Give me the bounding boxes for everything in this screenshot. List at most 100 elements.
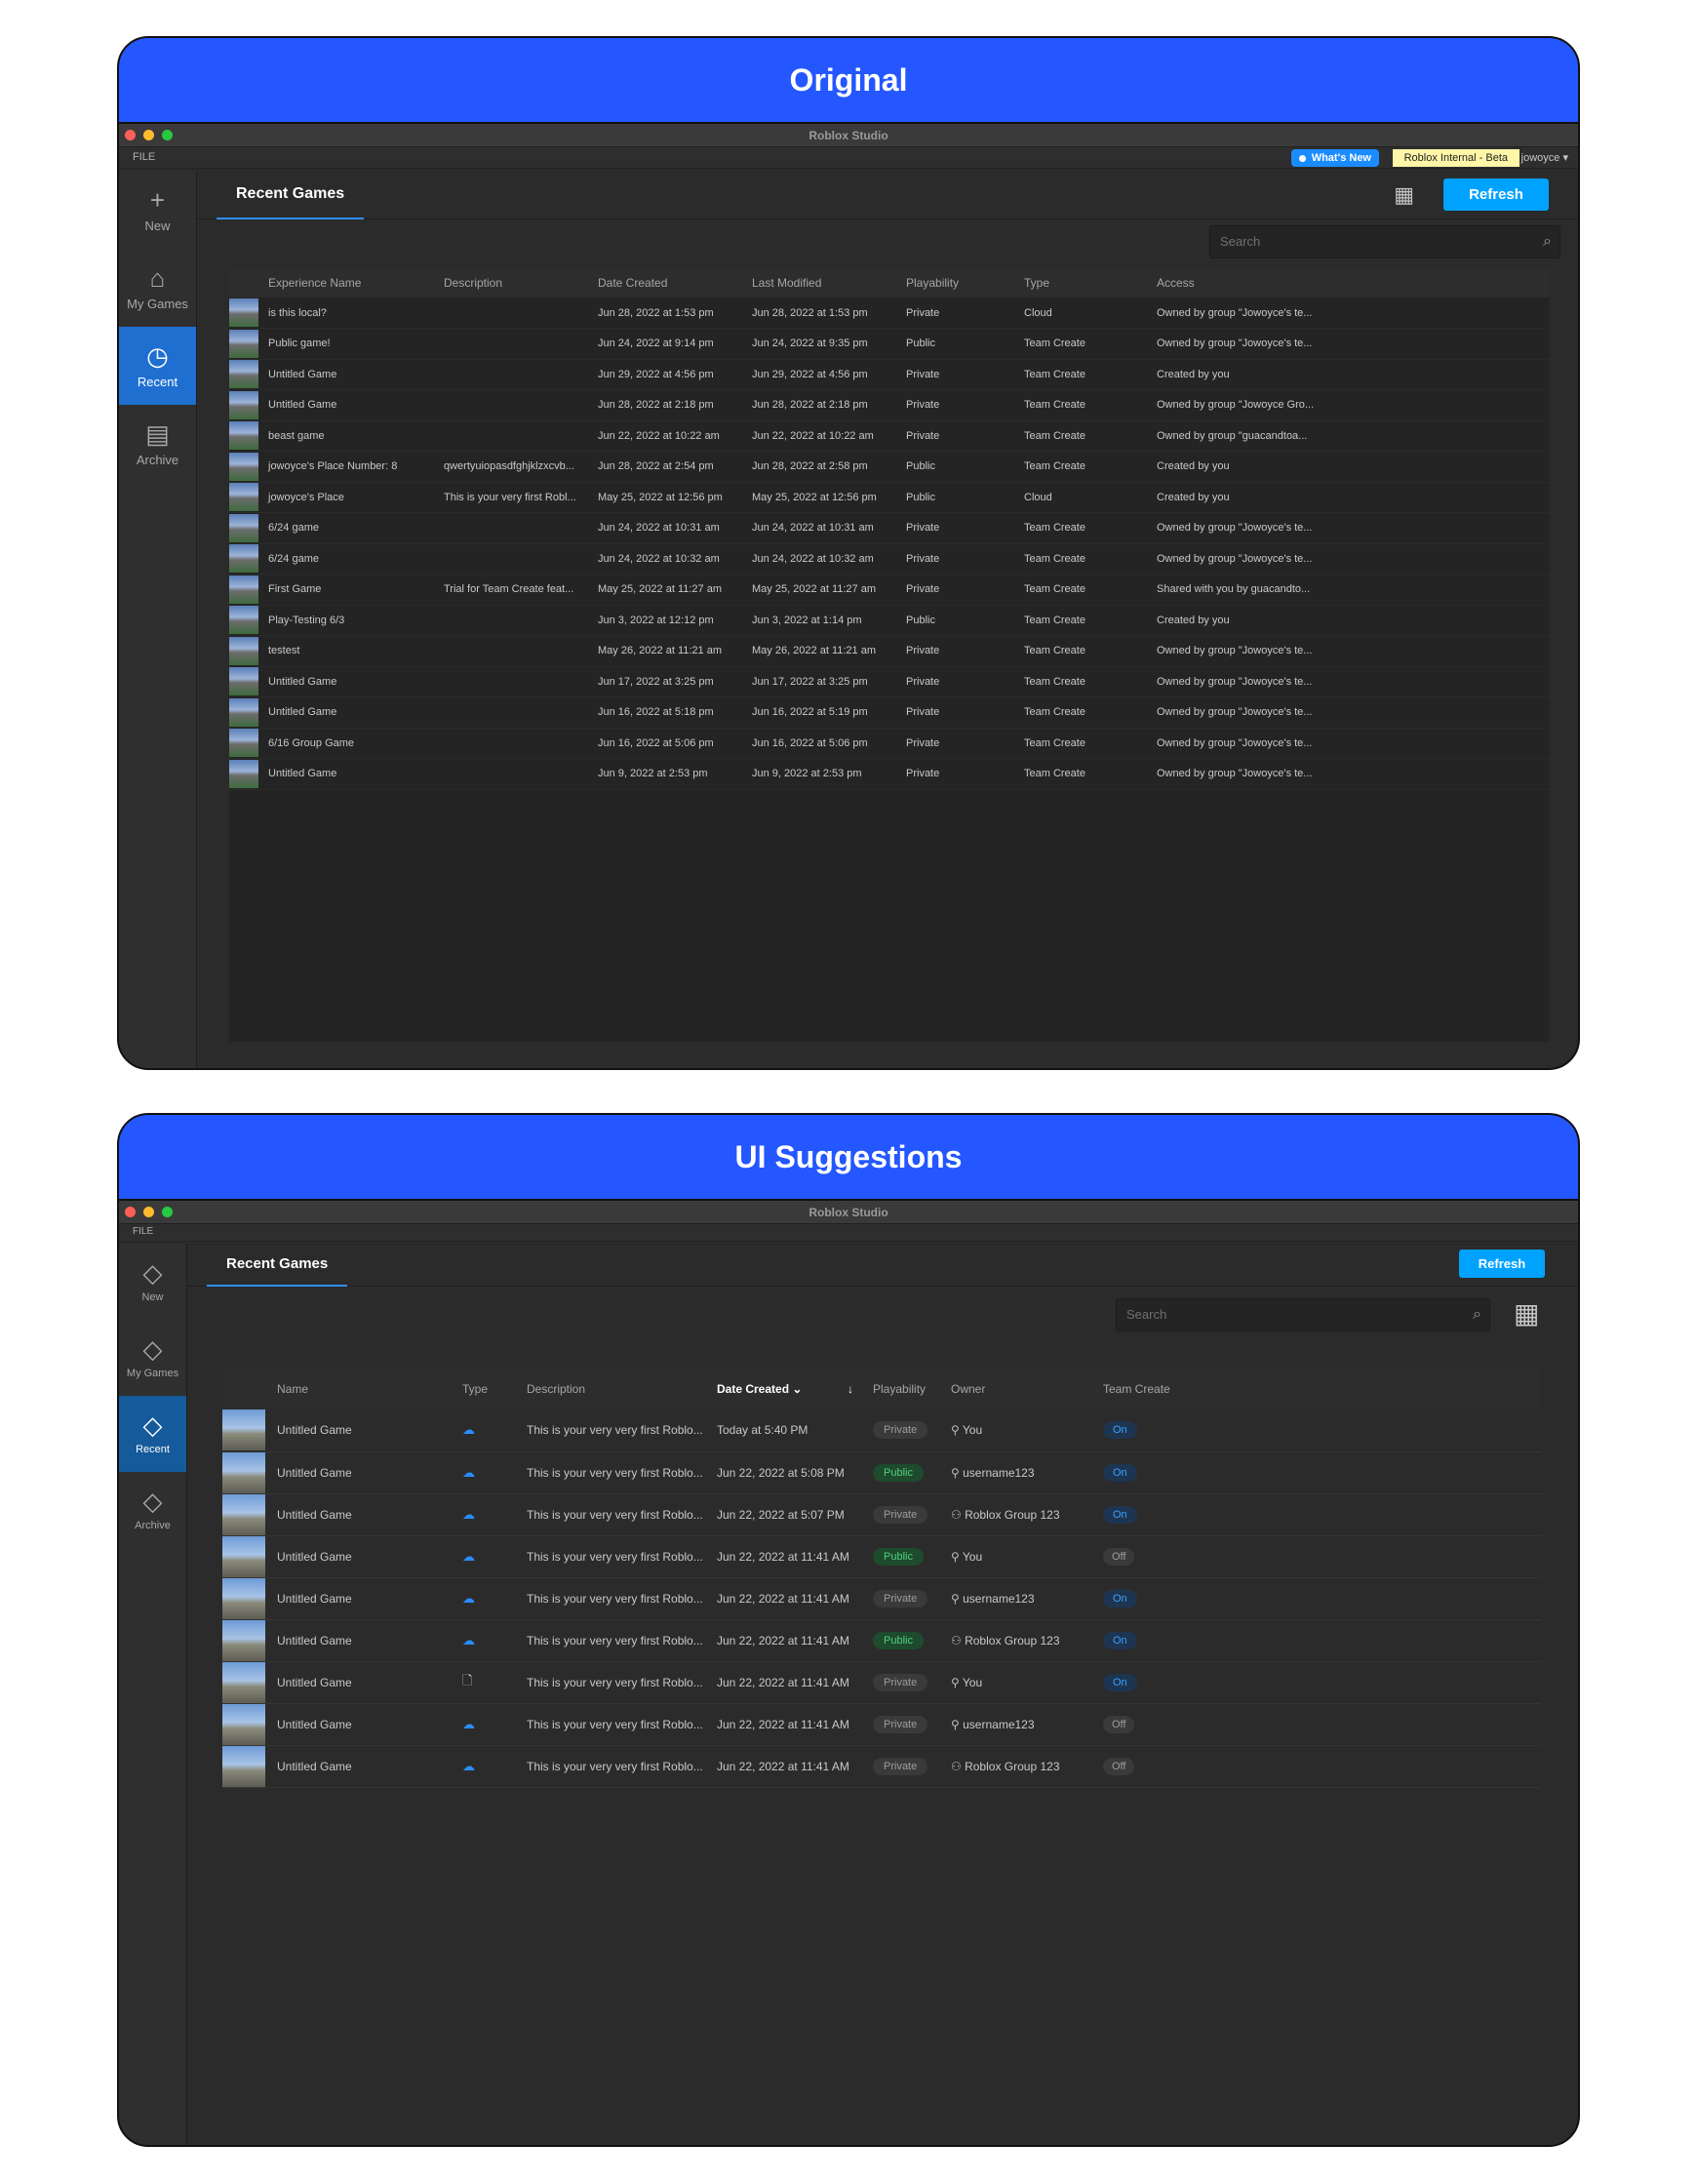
table-row[interactable]: Untitled Game 🗋 This is your very very fir… [222, 1661, 1541, 1704]
table-row[interactable]: 6/16 Group Game Jun 16, 2022 at 5:06 pm Ju… [229, 728, 1550, 759]
search-icon[interactable]: ⌕ [1473, 1299, 1481, 1330]
table-row[interactable]: jowoyce's Place Number: 8 qwertyuiopasdfg… [229, 451, 1550, 483]
sidebar-item-my-games[interactable]: ⌂ My Games [119, 249, 196, 327]
menu-bar: FILE [119, 1224, 1578, 1242]
column-header-experience-name[interactable]: Experience Name [260, 268, 436, 298]
search-input[interactable]: Search ⌕ [1116, 1298, 1490, 1331]
owner-label: Roblox Group 123 [965, 1633, 1060, 1648]
column-header-playability[interactable]: Playability [863, 1369, 941, 1410]
date-created-cell: May 25, 2022 at 11:27 am [590, 574, 744, 606]
date-created-cell: Jun 16, 2022 at 5:06 pm [590, 728, 744, 759]
table-row[interactable]: Untitled Game Jun 9, 2022 at 2:53 pm Jun 9… [229, 758, 1550, 790]
table-row[interactable]: Untitled Game Jun 16, 2022 at 5:18 pm Jun … [229, 696, 1550, 729]
search-icon[interactable]: ⌕ [1543, 226, 1552, 258]
table-row[interactable]: testest May 26, 2022 at 11:21 am May 26, 2… [229, 635, 1550, 667]
column-header-last-modified[interactable]: Last Modified [744, 268, 898, 298]
file-menu[interactable]: FILE [133, 1226, 153, 1237]
username-menu[interactable]: jowoyce ▾ [1521, 151, 1568, 164]
sidebar-item-recent[interactable]: ◇ Recent [119, 1396, 186, 1472]
column-header-playability[interactable]: Playability [898, 268, 1016, 298]
table-row[interactable]: beast game Jun 22, 2022 at 10:22 am Jun 22… [229, 420, 1550, 452]
minimize-window-button[interactable] [143, 1207, 154, 1217]
access-cell: Owned by group "Jowoyce Gro... [1149, 389, 1550, 421]
sidebar-item-recent[interactable]: ◷ Recent [119, 327, 196, 405]
team-create-badge[interactable]: On [1103, 1631, 1137, 1649]
table-row[interactable]: Public game! Jun 24, 2022 at 9:14 pm Jun 2… [229, 328, 1550, 360]
sidebar-item-archive[interactable]: ◇ Archive [119, 1472, 186, 1548]
cloud-icon: ☁ [462, 1548, 475, 1564]
column-header-date-created[interactable]: Date Created ⌄ ↓ [707, 1369, 863, 1410]
team-create-badge[interactable]: Off [1103, 1757, 1135, 1775]
file-menu[interactable]: FILE [133, 151, 155, 163]
description-cell: This is your very very first Roblo... [517, 1577, 707, 1620]
grid-view-icon[interactable]: ▦ [1514, 1298, 1539, 1330]
column-header-owner[interactable]: Owner [941, 1369, 1093, 1410]
team-create-badge[interactable]: On [1103, 1463, 1137, 1482]
close-window-button[interactable] [125, 1207, 136, 1217]
maximize-window-button[interactable] [162, 1207, 173, 1217]
type-cell: Team Create [1016, 328, 1149, 360]
chevron-down-icon[interactable]: ⌄ [789, 1382, 802, 1396]
whats-new-button[interactable]: What's New [1290, 149, 1379, 167]
table-row[interactable]: Untitled Game ☁ This is your very very fir… [222, 1745, 1541, 1788]
grid-view-icon[interactable]: ▦ [1394, 182, 1414, 208]
table-row[interactable]: Untitled Game ☁ This is your very very fir… [222, 1493, 1541, 1536]
column-header-team-create[interactable]: Team Create [1093, 1369, 1541, 1410]
description-cell: This is your very very first Roblo... [517, 1619, 707, 1662]
column-header-type[interactable]: Type [453, 1369, 517, 1410]
table-row[interactable]: Untitled Game ☁ This is your very very fir… [222, 1451, 1541, 1494]
team-create-badge[interactable]: Off [1103, 1547, 1135, 1566]
description-cell: This is your very very first Roblo... [517, 1493, 707, 1536]
sidebar-item-new[interactable]: + New [119, 171, 196, 249]
table-row[interactable]: Untitled Game ☁ This is your very very fir… [222, 1535, 1541, 1578]
sidebar-item-archive[interactable]: ▤ Archive [119, 405, 196, 483]
sort-arrow-icon[interactable]: ↓ [848, 1382, 853, 1396]
tab-recent-games[interactable]: Recent Games [207, 1244, 348, 1287]
name-cell: Untitled Game [267, 1577, 453, 1620]
table-row[interactable]: Play-Testing 6/3 Jun 3, 2022 at 12:12 pm J… [229, 605, 1550, 636]
column-header-description[interactable]: Description [436, 268, 590, 298]
team-create-badge[interactable]: On [1103, 1589, 1137, 1608]
type-cell: Team Create [1016, 543, 1149, 575]
maximize-window-button[interactable] [162, 130, 173, 140]
table-row[interactable]: Untitled Game Jun 17, 2022 at 3:25 pm Jun … [229, 666, 1550, 697]
table-row[interactable]: Untitled Game ☁ This is your very very fir… [222, 1619, 1541, 1662]
name-cell: Untitled Game [267, 1410, 453, 1452]
table-row[interactable]: First Game Trial for Team Create feat... M… [229, 574, 1550, 606]
column-header-description[interactable]: Description [517, 1369, 707, 1410]
column-header-name[interactable]: Name [267, 1369, 453, 1410]
tab-recent-games[interactable]: Recent Games [217, 171, 365, 219]
refresh-button[interactable]: Refresh [1443, 179, 1549, 211]
team-create-badge[interactable]: Off [1103, 1715, 1135, 1733]
sidebar-item-new[interactable]: ◇ New [119, 1244, 186, 1320]
type-cell: Cloud [1016, 298, 1149, 329]
minimize-window-button[interactable] [143, 130, 154, 140]
table-row[interactable]: Untitled Game ☁ This is your very very fir… [222, 1703, 1541, 1746]
column-header-date-created[interactable]: Date Created [590, 268, 744, 298]
user-icon: ⚲ [951, 1591, 964, 1606]
table-row[interactable]: Untitled Game Jun 28, 2022 at 2:18 pm Jun … [229, 389, 1550, 421]
name-cell: Untitled Game [267, 1535, 453, 1578]
last-modified-cell: Jun 29, 2022 at 4:56 pm [744, 359, 898, 390]
column-header-type[interactable]: Type [1016, 268, 1149, 298]
table-row[interactable]: 6/24 game Jun 24, 2022 at 10:31 am Jun 24,… [229, 512, 1550, 544]
game-thumbnail [229, 575, 258, 604]
search-input[interactable]: Search ⌕ [1209, 225, 1560, 258]
refresh-button[interactable]: Refresh [1459, 1250, 1545, 1278]
table-row[interactable]: is this local? Jun 28, 2022 at 1:53 pm Jun… [229, 298, 1550, 329]
table-row[interactable]: Untitled Game ☁ This is your very very fir… [222, 1577, 1541, 1620]
team-create-badge[interactable]: On [1103, 1673, 1137, 1691]
description-cell [436, 389, 590, 421]
name-cell: Untitled Game [267, 1493, 453, 1536]
sidebar-item-my-games[interactable]: ◇ My Games [119, 1320, 186, 1396]
table-row[interactable]: jowoyce's Place This is your very first R… [229, 482, 1550, 513]
team-create-badge[interactable]: On [1103, 1421, 1137, 1440]
column-header-access[interactable]: Access [1149, 268, 1550, 298]
close-window-button[interactable] [125, 130, 136, 140]
owner-cell: ⚲ username123 [941, 1577, 1093, 1620]
team-create-badge[interactable]: On [1103, 1505, 1137, 1524]
date-created-cell: Jun 28, 2022 at 2:54 pm [590, 451, 744, 483]
table-row[interactable]: Untitled Game ☁ This is your very very fir… [222, 1410, 1541, 1452]
table-row[interactable]: 6/24 game Jun 24, 2022 at 10:32 am Jun 24,… [229, 543, 1550, 575]
table-row[interactable]: Untitled Game Jun 29, 2022 at 4:56 pm Jun … [229, 359, 1550, 390]
